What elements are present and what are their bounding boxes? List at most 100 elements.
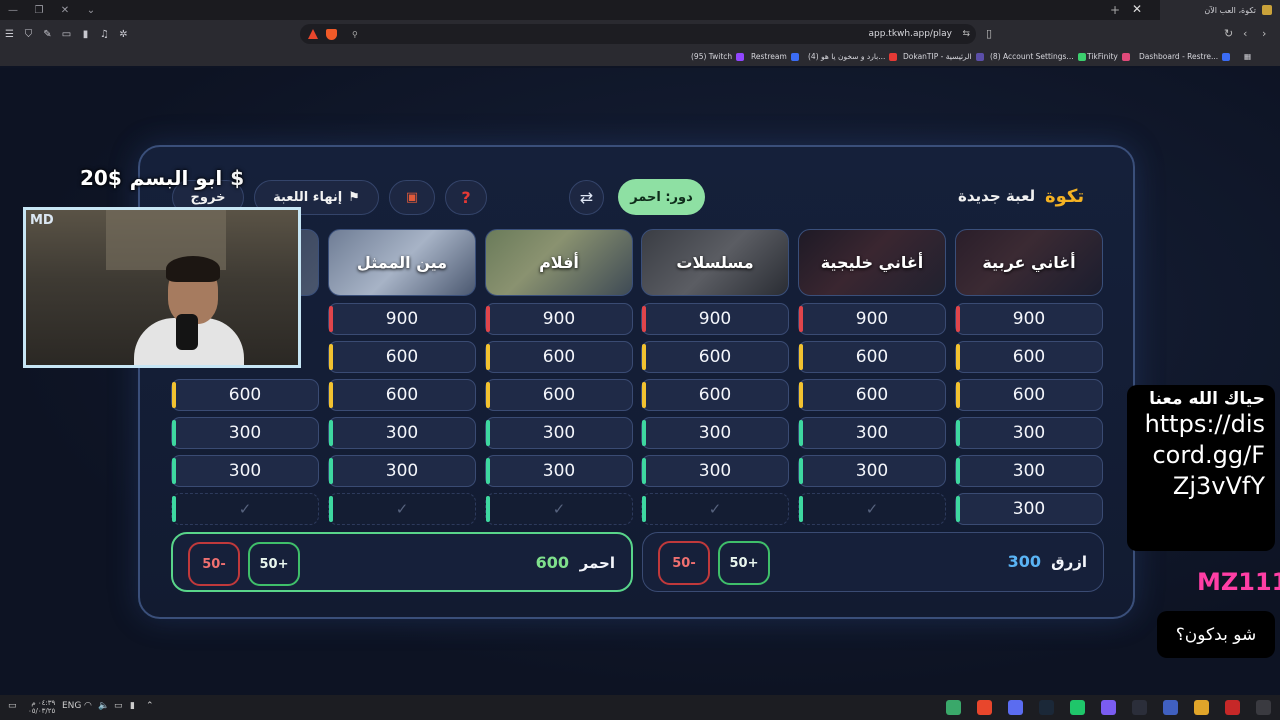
question-cell-900[interactable]: 900 [641, 303, 789, 335]
app-brave-icon[interactable] [977, 700, 992, 715]
app-recorder-icon[interactable] [1225, 700, 1240, 715]
wallet-icon[interactable]: ▭ [57, 20, 76, 48]
question-cell-900[interactable]: 900 [955, 303, 1103, 335]
back-icon[interactable]: ‹ [1243, 27, 1247, 40]
question-cell-600[interactable]: 600 [328, 379, 476, 411]
app-copilot-icon[interactable] [1101, 700, 1116, 715]
forward-icon[interactable]: › [1262, 27, 1266, 40]
question-cell-300[interactable]: 300 [798, 455, 946, 487]
question-cell-300[interactable]: 300 [641, 455, 789, 487]
category-who-is-actor[interactable]: مين الممثل [328, 229, 476, 296]
question-cell-600[interactable]: 600 [641, 379, 789, 411]
question-cell-900[interactable]: 900 [328, 303, 476, 335]
reload-icon[interactable]: ↻ [1224, 27, 1233, 40]
question-cell-300[interactable]: 300 [171, 417, 319, 449]
mic-tray-icon[interactable]: ▮ [130, 701, 135, 711]
puzzle-icon[interactable]: ✲ [114, 20, 133, 48]
blue-plus-50-button[interactable]: 50+ [718, 541, 770, 585]
question-cell-600[interactable]: 600 [328, 341, 476, 373]
bookmarks-menu-icon[interactable]: ▦ [1244, 52, 1251, 61]
start-menu-icon[interactable] [1256, 700, 1271, 715]
team-blue-score: 300 [1007, 552, 1041, 571]
question-cell-300[interactable]: 300 [641, 417, 789, 449]
app-mail-icon[interactable] [1163, 700, 1178, 715]
category-series[interactable]: مسلسلات [641, 229, 789, 296]
question-cell-300[interactable]: 300 [485, 417, 633, 449]
address-bar[interactable]: ⚲ app.tkwh.app/play ⇆ [300, 24, 976, 44]
question-cell-300[interactable]: 300 [171, 455, 319, 487]
language-indicator[interactable]: ENG [62, 701, 81, 711]
question-cell-300[interactable]: 300 [485, 455, 633, 487]
extension-icon[interactable]: ✎ [38, 20, 57, 48]
notification-icon[interactable]: ▭ [8, 701, 17, 711]
music-icon[interactable]: ♫ [95, 20, 114, 48]
question-cell-300[interactable]: 300 [955, 493, 1103, 525]
bookmark-youtube[interactable]: (4) بارد و سخون يا هو... [808, 52, 898, 61]
clock[interactable]: ٠٤:٣٩ م ٠٥/٠٣/٢٥ [28, 699, 55, 715]
brave-icon[interactable] [308, 29, 318, 39]
tab-close-icon[interactable]: ✕ [1132, 2, 1142, 16]
bookmark-account[interactable]: (8) Account Settings... [990, 52, 1086, 61]
app-discord-icon[interactable] [1008, 700, 1023, 715]
app-steelseries-icon[interactable] [1132, 700, 1147, 715]
question-cell-600[interactable]: 600 [955, 341, 1103, 373]
close-window-icon[interactable]: ✕ [52, 5, 78, 16]
restore-icon[interactable]: ❐ [26, 5, 52, 16]
display-icon[interactable]: ▭ [114, 701, 123, 711]
blue-minus-50-button[interactable]: 50- [658, 541, 710, 585]
question-icon: ? [461, 188, 471, 207]
bookmark-restream[interactable]: Restream [751, 52, 799, 61]
dokantip-icon [975, 52, 984, 61]
category-movies[interactable]: أفلام [485, 229, 633, 296]
red-minus-50-button[interactable]: 50- [188, 542, 240, 586]
question-cell-300[interactable]: 300 [955, 455, 1103, 487]
answered-question-cell: ✓ [171, 493, 319, 525]
app-obs-icon[interactable] [946, 700, 961, 715]
tray-expand-icon[interactable]: ⌃ [146, 701, 154, 711]
question-cell-900[interactable]: 900 [485, 303, 633, 335]
question-cell-600[interactable]: 600 [798, 341, 946, 373]
question-cell-600[interactable]: 600 [171, 379, 319, 411]
question-cell-600[interactable]: 600 [485, 341, 633, 373]
app-files-icon[interactable] [1194, 700, 1209, 715]
new-tab-icon[interactable]: + [1110, 3, 1120, 17]
question-cell-300[interactable]: 300 [328, 455, 476, 487]
red-plus-50-button[interactable]: 50+ [248, 542, 300, 586]
category-gulf-songs[interactable]: أغاني خليجية [798, 229, 946, 296]
chat-username: MZ111 [1197, 568, 1280, 596]
active-tab[interactable]: تكوة، العب الآن [1160, 0, 1280, 20]
brave-shields-icon[interactable] [326, 28, 337, 40]
sidebar-menu-icon[interactable]: ☰ [0, 20, 19, 48]
site-info-icon[interactable]: ⚲ [352, 30, 358, 39]
tab-menu-icon[interactable]: ⌄ [78, 5, 104, 16]
swap-turn-button[interactable]: ⇄ [569, 180, 604, 215]
wifi-icon[interactable]: ◠ [84, 701, 92, 711]
question-cell-600[interactable]: 600 [485, 379, 633, 411]
question-cell-300[interactable]: 300 [955, 417, 1103, 449]
volume-icon[interactable]: 🔈 [98, 701, 109, 711]
tools-button[interactable]: ▣ [389, 180, 435, 215]
question-cell-600[interactable]: 600 [641, 341, 789, 373]
question-cell-900[interactable]: 900 [798, 303, 946, 335]
tune-icon[interactable]: ⇆ [962, 29, 970, 39]
app-steam-icon[interactable] [1039, 700, 1054, 715]
bookmark-star-icon[interactable]: ▯ [986, 27, 992, 40]
tikfinity-icon [1121, 52, 1130, 61]
help-button[interactable]: ? [445, 180, 487, 215]
question-cell-300[interactable]: 300 [798, 417, 946, 449]
question-cell-300[interactable]: 300 [328, 417, 476, 449]
webcam-overlay: MD [23, 207, 301, 368]
bookmark-panel-icon[interactable]: ▮ [76, 20, 95, 48]
bookmark-twitch[interactable]: (95) Twitch [691, 52, 745, 61]
category-arabic-songs[interactable]: أغاني عربية [955, 229, 1103, 296]
new-game-link[interactable]: لعبة جديدة [958, 187, 1035, 205]
bookmark-dashboard[interactable]: Dashboard - Restre... [1139, 52, 1231, 61]
minimize-icon[interactable]: — [0, 5, 26, 16]
shield-icon[interactable]: ⛉ [19, 20, 38, 48]
app-spotify-icon[interactable] [1070, 700, 1085, 715]
question-cell-600[interactable]: 600 [798, 379, 946, 411]
bookmark-tikfinity[interactable]: TikFinity [1087, 52, 1130, 61]
url-text[interactable]: app.tkwh.app/play [869, 29, 953, 39]
bookmark-dokantip[interactable]: DokanTIP - الرئيسية [903, 52, 984, 61]
question-cell-600[interactable]: 600 [955, 379, 1103, 411]
